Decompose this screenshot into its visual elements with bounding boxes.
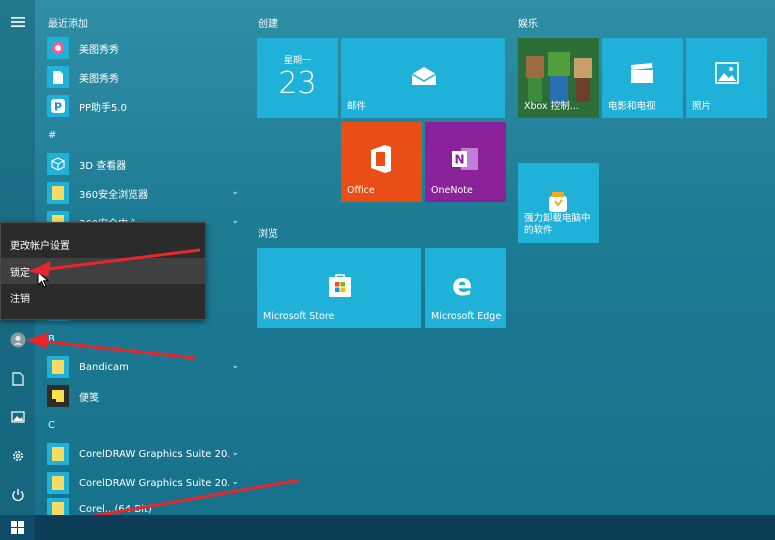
store-label: Microsoft Store bbox=[263, 311, 335, 322]
edge-label: Microsoft Edge bbox=[431, 311, 502, 322]
chevron-down-icon[interactable]: ⌄ bbox=[231, 448, 239, 458]
photos-tile[interactable]: 照片 bbox=[686, 38, 767, 118]
section-header-b: B bbox=[48, 334, 55, 345]
photos-icon bbox=[715, 62, 739, 84]
file-icon bbox=[47, 66, 69, 88]
group-title-browse[interactable]: 浏览 bbox=[258, 225, 278, 240]
photos-label: 照片 bbox=[692, 101, 712, 112]
settings-icon bbox=[12, 451, 23, 461]
account-context-menu: 更改帐户设置 锁定 注销 bbox=[0, 222, 206, 320]
svg-text:P: P bbox=[54, 101, 62, 114]
list-item-label: 360安全浏览器 bbox=[79, 189, 149, 201]
onenote-tile[interactable]: N OneNote bbox=[425, 122, 506, 202]
office-label: Office bbox=[347, 185, 375, 196]
list-item-label: 美图秀秀 bbox=[79, 73, 119, 85]
cube-icon bbox=[47, 153, 69, 175]
office-tile[interactable]: Office bbox=[341, 122, 422, 202]
list-item-label: PP助手5.0 bbox=[79, 102, 127, 114]
list-item-label: Bandicam bbox=[79, 361, 129, 373]
svg-text:N: N bbox=[455, 153, 465, 167]
onenote-icon: N bbox=[452, 148, 478, 170]
user-account-button[interactable] bbox=[0, 322, 35, 358]
calendar-tile[interactable]: 星期一 23 bbox=[257, 38, 338, 118]
documents-button[interactable] bbox=[0, 361, 35, 397]
list-item[interactable]: Bandicam ⌄ bbox=[47, 353, 243, 381]
hamburger-menu-button[interactable] bbox=[0, 4, 35, 40]
folder-icon bbox=[47, 356, 69, 378]
section-header-hash: # bbox=[48, 130, 57, 141]
list-item[interactable]: 360安全浏览器 ⌄ bbox=[47, 179, 243, 207]
windows-logo-icon bbox=[11, 521, 24, 534]
pictures-icon bbox=[10, 411, 25, 423]
calendar-date: 23 bbox=[278, 66, 317, 101]
group-title-create[interactable]: 创建 bbox=[258, 15, 278, 30]
chevron-down-icon[interactable]: ⌄ bbox=[231, 477, 239, 487]
folder-icon bbox=[47, 498, 69, 515]
xbox-tile[interactable]: Xbox 控制... bbox=[518, 38, 599, 118]
mail-tile[interactable]: 邮件 bbox=[341, 38, 505, 118]
power-icon bbox=[11, 489, 24, 502]
list-item[interactable]: CorelDRAW Graphics Suite 20... ⌄ bbox=[47, 469, 243, 497]
chevron-down-icon[interactable]: ⌄ bbox=[231, 361, 239, 371]
folder-icon bbox=[47, 182, 69, 204]
section-header-c: C bbox=[48, 420, 55, 431]
folder-icon bbox=[47, 472, 69, 494]
uninstall-icon bbox=[549, 192, 567, 212]
menu-item-lock[interactable]: 锁定 bbox=[1, 258, 205, 284]
pp-icon: P bbox=[47, 95, 69, 117]
xbox-label: Xbox 控制... bbox=[524, 101, 579, 112]
uninstall-label: 强力卸载电脑中 的软件 bbox=[524, 213, 591, 236]
microsoft-store-tile[interactable]: Microsoft Store bbox=[257, 248, 421, 328]
list-item[interactable]: 美图秀秀 bbox=[47, 63, 243, 91]
list-item-label: 美图秀秀 bbox=[79, 44, 119, 56]
meitu-icon bbox=[47, 37, 69, 59]
chevron-down-icon[interactable]: ⌄ bbox=[231, 216, 239, 226]
hamburger-icon bbox=[10, 17, 25, 27]
mail-icon bbox=[411, 67, 437, 85]
onenote-label: OneNote bbox=[431, 185, 473, 196]
settings-button[interactable] bbox=[0, 438, 35, 474]
calendar-day: 星期一 bbox=[283, 56, 311, 66]
taskbar bbox=[0, 515, 775, 540]
menu-item-change-account-settings[interactable]: 更改帐户设置 bbox=[1, 231, 205, 257]
movie-clapper-icon bbox=[631, 63, 653, 83]
list-item-label: Corel...(64-Bit) bbox=[79, 504, 152, 515]
edge-icon: e bbox=[452, 268, 473, 303]
power-button[interactable] bbox=[0, 477, 35, 513]
list-item-label: CorelDRAW Graphics Suite 20... bbox=[79, 477, 229, 489]
mail-label: 邮件 bbox=[347, 101, 367, 112]
microsoft-edge-tile[interactable]: e Microsoft Edge bbox=[425, 248, 506, 328]
list-item-label: 便笺 bbox=[79, 392, 99, 404]
list-item-label: 3D 查看器 bbox=[79, 160, 127, 172]
start-button[interactable] bbox=[0, 515, 35, 540]
store-icon bbox=[329, 274, 351, 297]
menu-item-sign-out[interactable]: 注销 bbox=[1, 284, 205, 310]
list-item[interactable]: P PP助手5.0 bbox=[47, 92, 243, 120]
chevron-down-icon[interactable]: ⌄ bbox=[231, 187, 239, 197]
recent-header: 最近添加 bbox=[48, 19, 88, 30]
list-item-label: CorelDRAW Graphics Suite 20... bbox=[79, 448, 229, 460]
movies-tv-tile[interactable]: 电影和电视 bbox=[602, 38, 683, 118]
document-icon bbox=[11, 372, 24, 386]
movies-label: 电影和电视 bbox=[608, 101, 656, 112]
uninstall-tile[interactable]: 强力卸载电脑中 的软件 bbox=[518, 163, 599, 243]
list-item[interactable]: 便笺 bbox=[47, 382, 243, 410]
group-title-entertainment[interactable]: 娱乐 bbox=[518, 15, 538, 30]
user-avatar-icon bbox=[10, 332, 25, 348]
list-item[interactable]: 3D 查看器 bbox=[47, 150, 243, 178]
list-item[interactable]: Corel...(64-Bit) bbox=[47, 498, 243, 515]
folder-icon bbox=[47, 443, 69, 465]
list-item[interactable]: CorelDRAW Graphics Suite 20... ⌄ bbox=[47, 440, 243, 468]
sticky-icon bbox=[47, 385, 69, 407]
office-icon bbox=[371, 145, 391, 173]
list-item[interactable]: 美图秀秀 bbox=[47, 34, 243, 62]
pictures-button[interactable] bbox=[0, 399, 35, 435]
